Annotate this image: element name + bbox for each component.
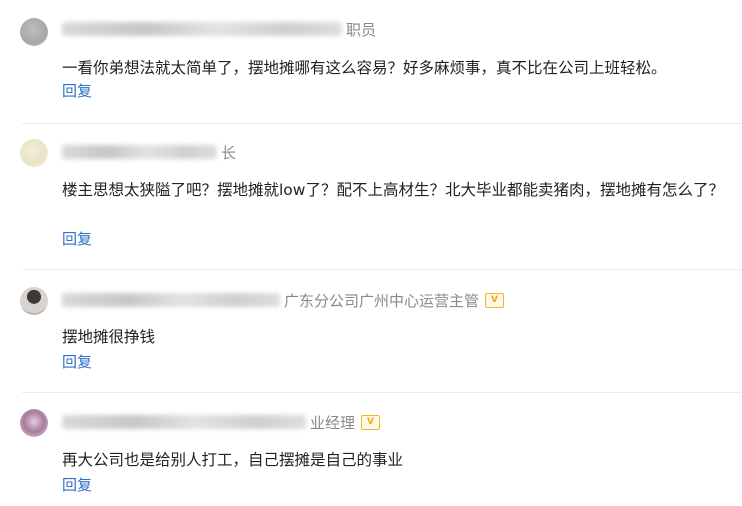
reply-link[interactable]: 回复	[62, 474, 92, 495]
author-name-blurred[interactable]	[62, 145, 217, 159]
comment-author: 业经理 V	[62, 411, 381, 433]
reply-link[interactable]: 回复	[62, 351, 92, 372]
verified-badge-icon: V	[361, 414, 381, 430]
divider	[22, 269, 742, 270]
reply-link[interactable]: 回复	[62, 228, 92, 249]
comment-text: 楼主思想太狭隘了吧？摆地摊就low了？配不上高材生？北大毕业都能卖猪肉，摆地摊有…	[62, 181, 724, 199]
comment-text: 一看你弟想法就太简单了，摆地摊哪有这么容易？好多麻烦事，真不比在公司上班轻松。	[62, 59, 667, 77]
avatar[interactable]	[20, 139, 48, 167]
author-name-blurred[interactable]	[62, 415, 306, 429]
author-title: 业经理	[310, 413, 356, 432]
verified-badge-icon: V	[485, 292, 505, 308]
avatar[interactable]	[20, 287, 48, 315]
comment-author: 广东分公司广州中心运营主管 V	[62, 289, 505, 311]
comment-text: 再大公司也是给别人打工，自己摆摊是自己的事业	[62, 451, 404, 469]
author-name-blurred[interactable]	[62, 22, 342, 36]
author-title: 职员	[346, 20, 377, 39]
divider	[22, 123, 742, 124]
avatar[interactable]	[20, 409, 48, 437]
reply-link[interactable]: 回复	[62, 80, 92, 101]
author-title: 广东分公司广州中心运营主管	[284, 291, 480, 310]
comment-author: 职员	[62, 18, 376, 40]
author-name-blurred[interactable]	[62, 293, 280, 307]
divider	[22, 392, 742, 393]
comment-text: 摆地摊很挣钱	[62, 328, 156, 346]
avatar[interactable]	[20, 18, 48, 46]
author-title: 长	[221, 143, 237, 162]
comment-author: 长	[62, 141, 236, 163]
